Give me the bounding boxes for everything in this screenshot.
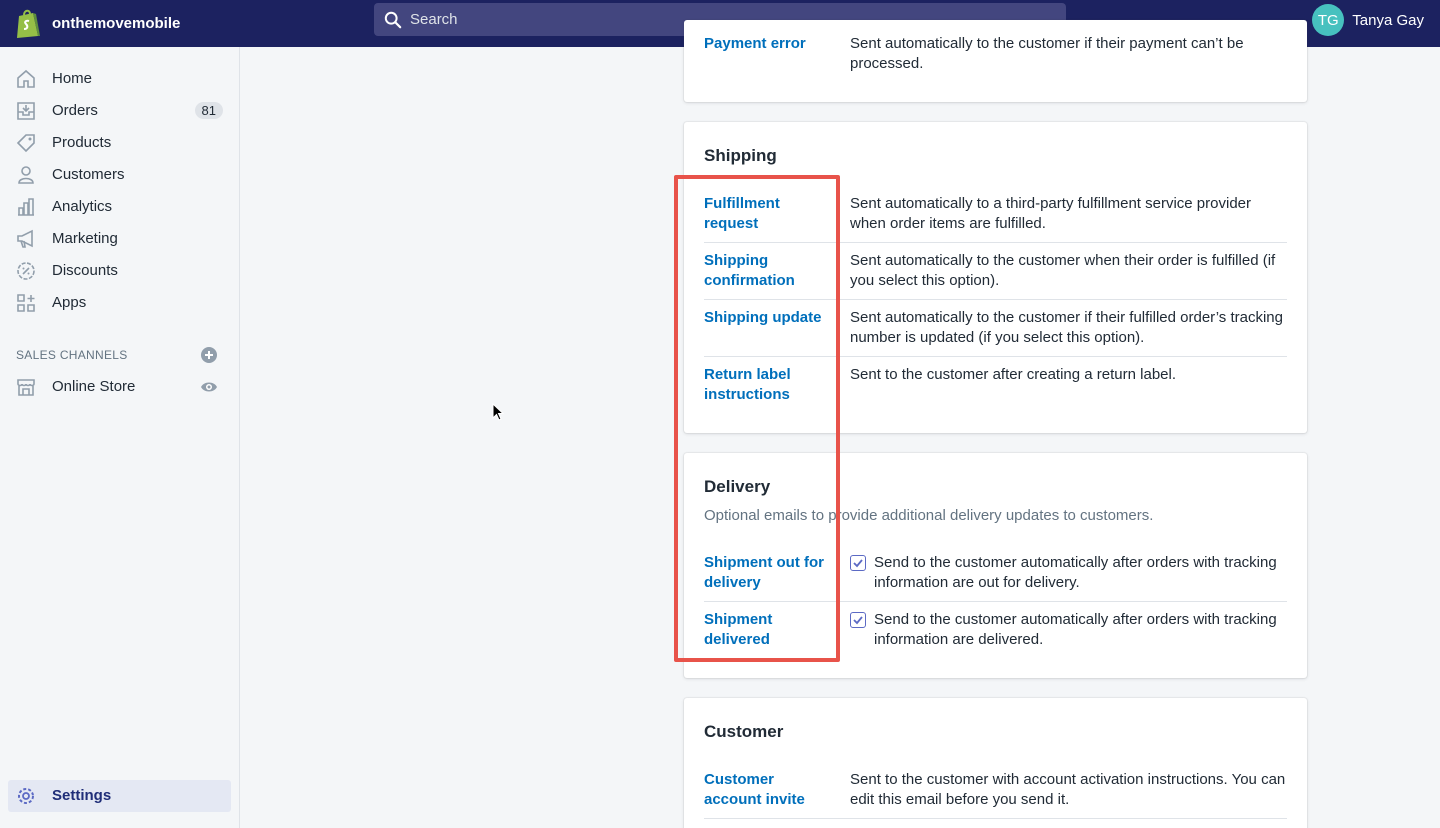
sidebar-item-customers[interactable]: Customers xyxy=(8,159,231,191)
user-name: Tanya Gay xyxy=(1352,11,1424,29)
return-label-instructions-link[interactable]: Return label instructions xyxy=(704,365,814,405)
sidebar-item-label: Products xyxy=(52,134,112,151)
divider xyxy=(704,356,1287,357)
sidebar-item-label: Customers xyxy=(52,166,125,183)
shopify-logo-icon xyxy=(17,9,40,38)
orders-icon xyxy=(17,102,35,120)
payment-error-link[interactable]: Payment error xyxy=(704,34,836,54)
person-icon xyxy=(18,166,34,184)
view-store-eye-icon[interactable] xyxy=(200,378,218,396)
sidebar-item-label: Discounts xyxy=(52,262,118,279)
divider xyxy=(704,601,1287,602)
sidebar-item-label: Orders xyxy=(52,102,98,119)
sidebar-item-discounts[interactable]: Discounts xyxy=(8,255,231,287)
row-description: Sent to the customer with account activa… xyxy=(850,771,1286,808)
user-menu[interactable]: TG Tanya Gay xyxy=(1312,0,1424,40)
sidebar-item-settings[interactable]: Settings xyxy=(8,780,231,812)
checkmark-icon xyxy=(853,616,863,625)
sales-channels-heading: SALES CHANNELS xyxy=(16,348,128,362)
sidebar-item-label: Apps xyxy=(52,294,87,311)
customer-card: Customer Customer account invite Sent to… xyxy=(684,698,1307,828)
megaphone-icon xyxy=(17,229,33,248)
sidebar-item-label: Online Store xyxy=(52,378,136,395)
sidebar-item-analytics[interactable]: Analytics xyxy=(8,191,231,223)
sidebar-item-label: Settings xyxy=(52,787,112,804)
sidebar-item-products[interactable]: Products xyxy=(8,127,231,159)
sidebar-item-orders[interactable]: Orders 81 xyxy=(8,95,231,127)
sidebar-item-apps[interactable]: Apps xyxy=(8,287,231,319)
delivered-checkbox[interactable] xyxy=(850,612,866,628)
shipment-delivered-link[interactable]: Shipment delivered xyxy=(704,610,794,650)
orders-count-badge: 81 xyxy=(194,102,223,119)
store-name: onthemovemobile xyxy=(52,15,181,32)
apps-icon xyxy=(17,294,35,312)
sidebar-item-label: Home xyxy=(52,70,93,87)
checkmark-icon xyxy=(853,559,863,568)
bar-chart-icon xyxy=(18,198,34,216)
shipping-card: Shipping Fulfillment request Sent automa… xyxy=(684,122,1307,433)
row-description: Sent to the customer after creating a re… xyxy=(850,366,1177,383)
tag-icon xyxy=(16,134,35,153)
search-icon xyxy=(384,11,402,28)
discount-icon xyxy=(17,262,35,280)
sidebar-item-home[interactable]: Home xyxy=(8,63,231,95)
shipping-update-link[interactable]: Shipping update xyxy=(704,308,836,328)
divider xyxy=(704,299,1287,300)
customer-title: Customer xyxy=(704,722,784,741)
out-for-delivery-checkbox[interactable] xyxy=(850,555,866,571)
gear-icon xyxy=(18,788,34,804)
sidebar-item-online-store[interactable]: Online Store xyxy=(8,371,231,403)
fulfillment-request-link[interactable]: Fulfillment request xyxy=(704,194,836,234)
divider xyxy=(704,818,1287,819)
add-channel-icon[interactable] xyxy=(200,346,218,364)
shipping-confirmation-link[interactable]: Shipping confirmation xyxy=(704,251,836,291)
customer-account-invite-link[interactable]: Customer account invite xyxy=(704,770,832,810)
divider xyxy=(704,242,1287,243)
delivery-card: Delivery Optional emails to provide addi… xyxy=(684,453,1307,678)
delivery-subtitle: Optional emails to provide additional de… xyxy=(704,507,1154,524)
store-icon xyxy=(17,379,35,396)
row-description: Sent automatically to the customer if th… xyxy=(850,35,1244,72)
row-description: Send to the customer automatically after… xyxy=(874,611,1277,648)
sidebar: Home Orders 81 Products Customers Analyt… xyxy=(0,47,240,828)
shipping-title: Shipping xyxy=(704,146,777,165)
avatar: TG xyxy=(1312,4,1345,36)
mouse-cursor-icon xyxy=(492,403,504,421)
delivery-title: Delivery xyxy=(704,477,771,496)
payment-card: Payment error Sent automatically to the … xyxy=(684,20,1307,102)
row-description: Send to the customer automatically after… xyxy=(874,554,1277,591)
sidebar-item-marketing[interactable]: Marketing xyxy=(8,223,231,255)
row-description: Sent automatically to the customer when … xyxy=(850,252,1276,289)
shipment-out-for-delivery-link[interactable]: Shipment out for delivery xyxy=(704,553,829,593)
row-description: Sent automatically to a third-party fulf… xyxy=(850,195,1252,232)
sidebar-item-label: Marketing xyxy=(52,230,118,247)
brand[interactable]: onthemovemobile xyxy=(14,0,180,47)
row-description: Sent automatically to the customer if th… xyxy=(850,309,1283,346)
sidebar-item-label: Analytics xyxy=(52,198,113,215)
home-icon xyxy=(17,69,35,88)
